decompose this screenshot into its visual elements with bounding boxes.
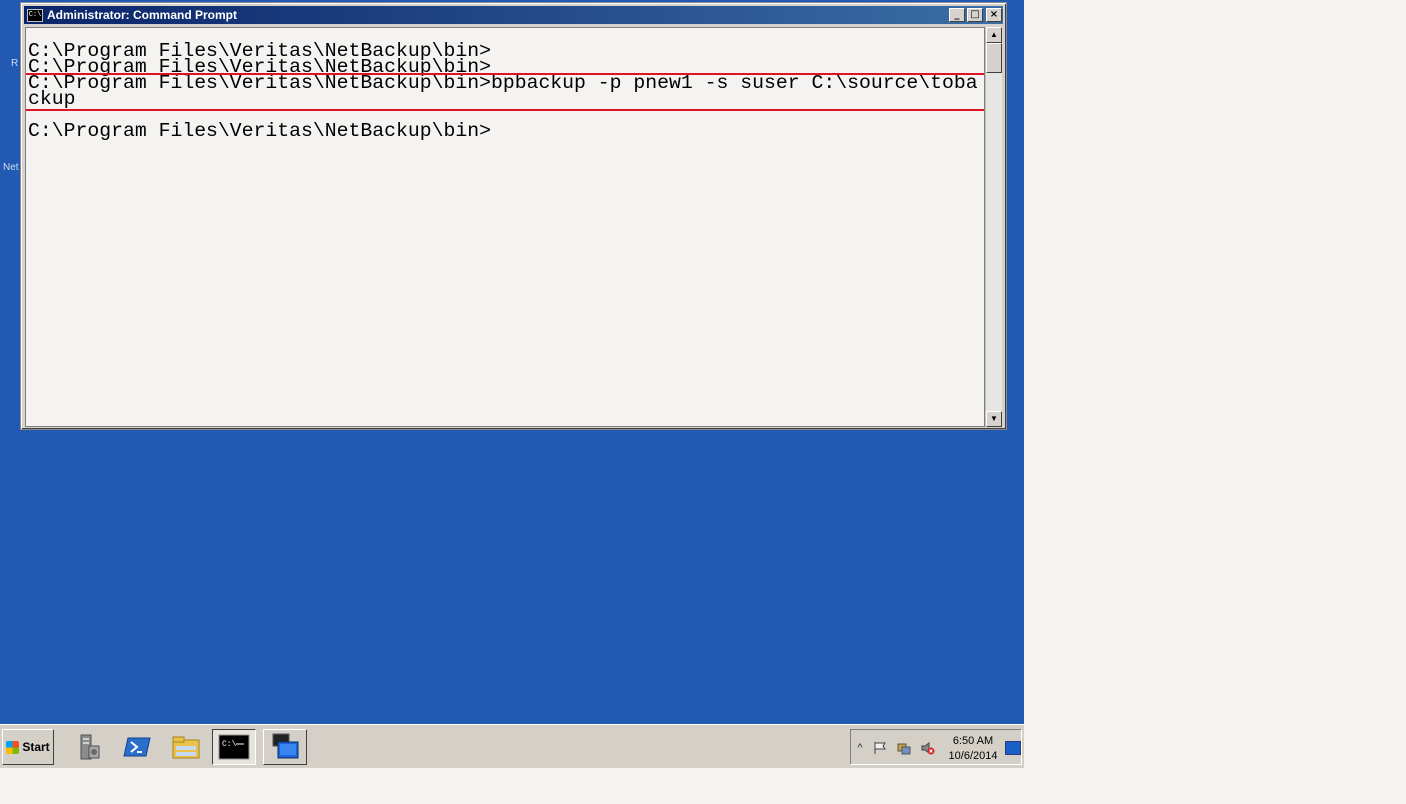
flag-icon[interactable] [873,741,887,755]
command-prompt-icon[interactable]: C:\ [212,729,256,765]
window-title: Administrator: Command Prompt [47,8,238,22]
command-prompt-window[interactable]: C:\ Administrator: Command Prompt _ □ × … [20,2,1007,430]
clock-date[interactable]: 10/6/2014 [945,750,1001,762]
file-explorer-icon[interactable] [164,729,208,765]
volume-muted-icon[interactable] [921,741,935,755]
desktop-icon-label-recycle[interactable]: R [11,58,18,69]
window-titlebar[interactable]: C:\ Administrator: Command Prompt _ □ × [24,6,1003,24]
console-output[interactable]: C:\Program Files\Veritas\NetBackup\bin> … [25,27,985,427]
desktop-icon-label-network[interactable]: Net [3,162,19,173]
scroll-down-arrow-icon[interactable]: ▼ [986,411,1002,427]
powershell-icon[interactable] [115,729,159,765]
start-label: Start [22,740,50,754]
scroll-up-arrow-icon[interactable]: ▲ [986,27,1002,43]
console-prompt-line: C:\Program Files\Veritas\NetBackup\bin> [28,120,491,142]
server-manager-icon[interactable] [66,729,110,765]
remote-desktop-icon[interactable] [263,729,307,765]
notification-area: ^ 6:50 AM 10/6/2014 [850,729,1022,765]
svg-text:C:\: C:\ [222,740,237,749]
command-highlight-box [26,73,984,111]
scroll-thumb[interactable] [986,43,1002,73]
vertical-scrollbar[interactable]: ▲ ▼ [985,27,1002,427]
maximize-button[interactable]: □ [967,8,983,22]
clock-time[interactable]: 6:50 AM [947,735,999,747]
show-hidden-icons-icon[interactable]: ^ [853,741,867,755]
desktop: R Net C:\ Administrator: Command Prompt … [0,0,1024,724]
close-button[interactable]: × [986,8,1002,22]
windows-logo-icon [6,740,20,754]
minimize-button[interactable]: _ [949,8,965,22]
cmd-icon[interactable]: C:\ [27,8,43,22]
show-desktop-icon[interactable] [1005,741,1021,755]
start-button[interactable]: Start [2,729,54,765]
network-icon[interactable] [897,741,911,755]
taskbar: Start C:\ ^ 6:50 AM 10/6/2014 [0,724,1024,768]
